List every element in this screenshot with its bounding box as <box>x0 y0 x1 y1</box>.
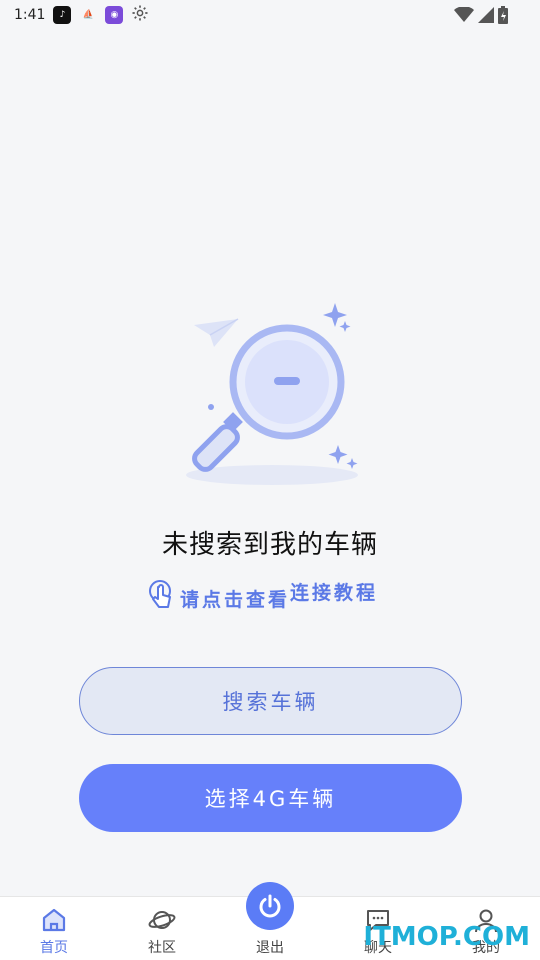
tab-home[interactable]: 首页 <box>0 897 108 960</box>
site-watermark: ITMOP.COM <box>363 922 530 952</box>
home-icon <box>42 908 66 932</box>
notification-icons: ♪ ⛵ ◉ <box>53 4 149 26</box>
magnifier-illustration-icon <box>186 303 358 485</box>
tab-community[interactable]: 社区 <box>108 897 216 960</box>
empty-state-title: 未搜索到我的车辆 <box>161 530 378 560</box>
power-icon <box>259 894 281 918</box>
wifi-icon <box>454 6 474 27</box>
planet-icon <box>148 911 176 929</box>
app-notification-icon: ⛵ <box>79 6 98 24</box>
tab-exit-label: 退出 <box>256 940 284 956</box>
tap-hand-icon <box>149 580 171 608</box>
tutorial-prefix-text: 请点击查看 <box>180 588 291 611</box>
tab-community-label: 社区 <box>148 940 176 956</box>
podcast-app-icon: ◉ <box>105 6 124 24</box>
status-time: 1:41 <box>14 7 46 23</box>
no-vehicle-illustration <box>180 295 370 495</box>
exit-power-button[interactable] <box>246 882 294 930</box>
system-status-icons <box>454 6 508 28</box>
tiktok-icon: ♪ <box>53 6 72 24</box>
connection-tutorial-link[interactable]: 请点击查看 连接教程 <box>148 574 378 614</box>
status-bar: 1:41 ♪ ⛵ ◉ <box>0 0 540 30</box>
tutorial-link-text[interactable]: 连接教程 <box>290 578 378 605</box>
signal-icon <box>478 7 494 27</box>
tab-home-label: 首页 <box>40 940 68 956</box>
search-vehicle-button[interactable]: 搜索车辆 <box>79 667 462 735</box>
battery-icon <box>498 6 508 28</box>
settings-gear-icon <box>131 4 149 26</box>
select-4g-vehicle-button[interactable]: 选择4G车辆 <box>79 764 462 832</box>
